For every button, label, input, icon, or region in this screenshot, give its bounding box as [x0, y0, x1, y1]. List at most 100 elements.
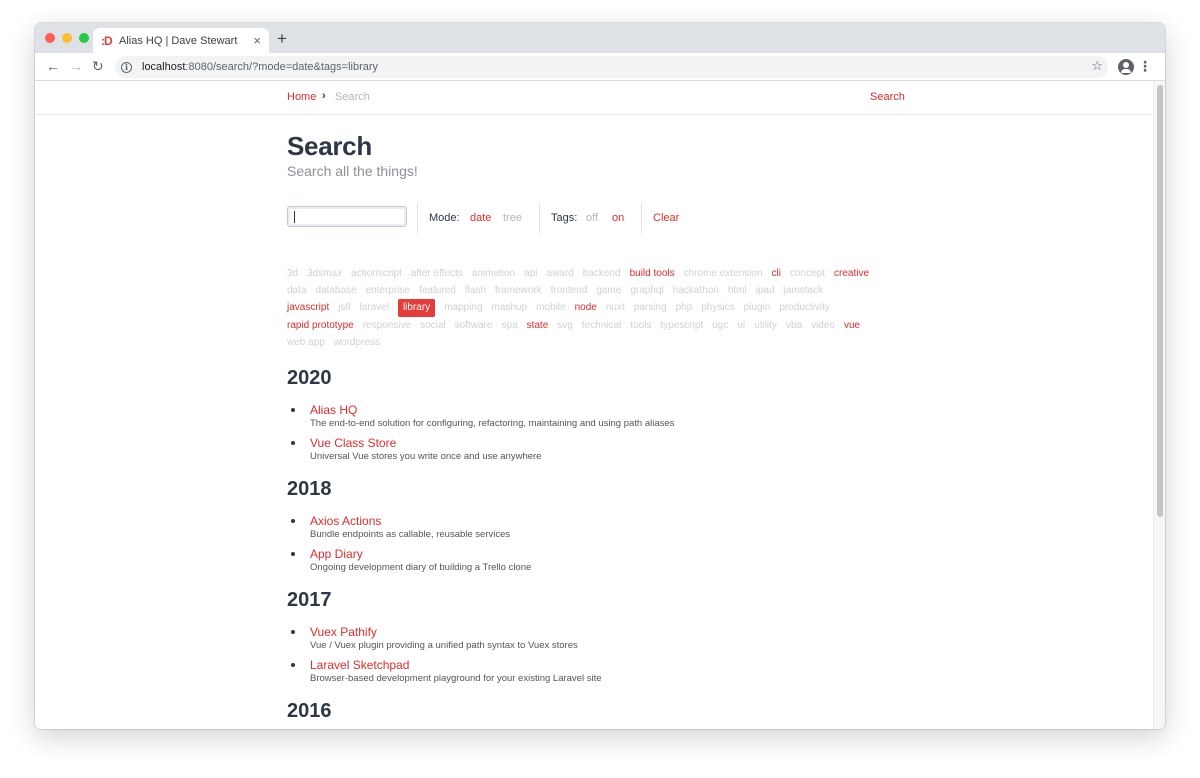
- page-viewport: Home › Search Search Search Search all t…: [35, 81, 1165, 729]
- tag-frontend[interactable]: frontend: [551, 282, 588, 299]
- account-avatar-icon[interactable]: [1118, 59, 1134, 75]
- tag-html[interactable]: html: [728, 282, 747, 299]
- tag-laravel[interactable]: laravel: [359, 299, 388, 316]
- tag-javascript[interactable]: javascript: [287, 299, 329, 316]
- tag-library[interactable]: library: [397, 299, 436, 317]
- divider: [641, 203, 642, 233]
- tag-social[interactable]: social: [420, 317, 446, 334]
- close-window-button[interactable]: [45, 33, 55, 43]
- project-link[interactable]: Axios Actions: [310, 514, 381, 528]
- tag-typescript[interactable]: typescript: [660, 317, 703, 334]
- tag-php[interactable]: php: [676, 299, 693, 316]
- back-arrow-icon[interactable]: ←: [46, 58, 60, 74]
- project-link[interactable]: Vue Class Store: [310, 436, 396, 450]
- tag-tools[interactable]: tools: [630, 317, 651, 334]
- tag-vue[interactable]: vue: [844, 317, 860, 334]
- tag-3dsmax[interactable]: 3dsmax: [307, 265, 342, 282]
- tag-svg[interactable]: svg: [557, 317, 573, 334]
- tag-hackathon[interactable]: hackathon: [673, 282, 719, 299]
- url-text[interactable]: localhost:8080/search/?mode=date&tags=li…: [142, 61, 378, 73]
- tag-data[interactable]: data: [287, 282, 306, 299]
- tag-mapping[interactable]: mapping: [444, 299, 482, 316]
- tag-cli[interactable]: cli: [772, 265, 781, 282]
- tag-nuxt[interactable]: nuxt: [606, 299, 625, 316]
- tag-backend[interactable]: backend: [583, 265, 621, 282]
- site-info-icon[interactable]: i: [121, 61, 132, 73]
- site-header: Home › Search Search: [35, 81, 1153, 115]
- tag-animation[interactable]: animation: [472, 265, 515, 282]
- browser-menu-icon[interactable]: ⋮: [1138, 58, 1152, 75]
- address-bar[interactable]: i localhost:8080/search/?mode=date&tags=…: [115, 56, 1108, 78]
- tag-utility[interactable]: utility: [754, 317, 777, 334]
- clear-button[interactable]: Clear: [653, 212, 679, 224]
- tag-framework[interactable]: framework: [495, 282, 542, 299]
- tag-software[interactable]: software: [455, 317, 493, 334]
- bookmark-star-icon[interactable]: ☆: [1091, 58, 1103, 74]
- mode-label: Mode:: [429, 212, 460, 224]
- year-heading: 2017: [287, 589, 332, 611]
- scrollbar-thumb[interactable]: [1157, 85, 1163, 517]
- text-caret: [294, 211, 295, 223]
- nav-search-link[interactable]: Search: [870, 91, 905, 103]
- url-host: localhost: [142, 61, 186, 73]
- browser-tab[interactable]: :D Alias HQ | Dave Stewart ×: [93, 28, 269, 53]
- tags-on-option[interactable]: on: [612, 212, 624, 224]
- tag-node[interactable]: node: [575, 299, 597, 316]
- tag-web-app[interactable]: web app: [287, 334, 325, 351]
- tag-ipad[interactable]: ipad: [756, 282, 775, 299]
- tag-technical[interactable]: technical: [582, 317, 621, 334]
- tag-api[interactable]: api: [524, 265, 537, 282]
- reload-icon[interactable]: ↻: [92, 58, 104, 75]
- tag-state[interactable]: state: [527, 317, 549, 334]
- tags-off-option[interactable]: off: [586, 212, 598, 224]
- tag-rapid-prototype[interactable]: rapid prototype: [287, 317, 354, 334]
- tag-build-tools[interactable]: build tools: [630, 265, 675, 282]
- tag-3d[interactable]: 3d: [287, 265, 298, 282]
- tag-concept[interactable]: concept: [790, 265, 825, 282]
- tag-video[interactable]: video: [811, 317, 835, 334]
- tag-spa[interactable]: spa: [501, 317, 517, 334]
- tag-after-effects[interactable]: after effects: [411, 265, 463, 282]
- tag-jamstack[interactable]: jamstack: [784, 282, 823, 299]
- project-description: Browser-based development playground for…: [310, 672, 602, 684]
- tag-featured[interactable]: featured: [419, 282, 456, 299]
- tag-jsfl[interactable]: jsfl: [338, 299, 350, 316]
- tag-wordpress[interactable]: wordpress: [334, 334, 380, 351]
- tag-ugc[interactable]: ugc: [712, 317, 728, 334]
- tag-game[interactable]: game: [596, 282, 621, 299]
- project-description: The end-to-end solution for configuring,…: [310, 418, 675, 429]
- zoom-window-button[interactable]: [79, 33, 89, 43]
- project-description: Vue / Vuex plugin providing a unified pa…: [310, 640, 578, 651]
- search-input[interactable]: [287, 206, 407, 227]
- tag-enterprise[interactable]: enterprise: [366, 282, 410, 299]
- minimize-window-button[interactable]: [62, 33, 72, 43]
- tag-graphql[interactable]: graphql: [630, 282, 663, 299]
- tag-ui[interactable]: ui: [737, 317, 745, 334]
- tag-responsive[interactable]: responsive: [363, 317, 411, 334]
- close-tab-icon[interactable]: ×: [253, 33, 261, 48]
- tag-productivity[interactable]: productivity: [779, 299, 830, 316]
- mode-tree-option[interactable]: tree: [503, 212, 522, 224]
- tag-creative[interactable]: creative: [834, 265, 869, 282]
- tag-database[interactable]: database: [315, 282, 356, 299]
- breadcrumb-home-link[interactable]: Home: [287, 91, 316, 103]
- tag-chrome-extension[interactable]: chrome extension: [684, 265, 763, 282]
- tag-physics[interactable]: physics: [701, 299, 734, 316]
- mode-date-option[interactable]: date: [470, 212, 491, 224]
- tag-plugin[interactable]: plugin: [744, 299, 771, 316]
- tag-parsing[interactable]: parsing: [634, 299, 667, 316]
- forward-arrow-icon[interactable]: →: [69, 58, 83, 74]
- tag-actionscript[interactable]: actionscript: [351, 265, 402, 282]
- new-tab-button[interactable]: +: [277, 29, 287, 49]
- bullet-icon: [291, 630, 295, 634]
- tag-vba[interactable]: vba: [786, 317, 802, 334]
- project-link[interactable]: App Diary: [310, 547, 363, 561]
- project-link[interactable]: Vuex Pathify: [310, 625, 377, 639]
- tag-award[interactable]: award: [547, 265, 574, 282]
- project-link[interactable]: Laravel Sketchpad: [310, 658, 409, 672]
- vertical-scrollbar[interactable]: [1153, 81, 1165, 729]
- tag-mashup[interactable]: mashup: [492, 299, 528, 316]
- tag-mobile[interactable]: mobile: [536, 299, 565, 316]
- project-link[interactable]: Alias HQ: [310, 403, 357, 417]
- tag-flash[interactable]: flash: [465, 282, 486, 299]
